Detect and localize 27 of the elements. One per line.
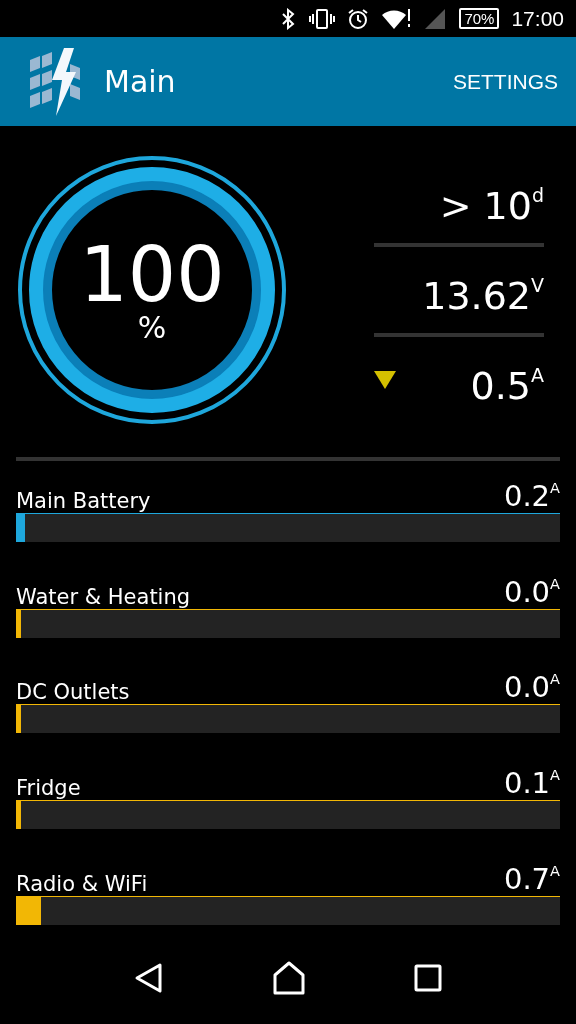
settings-button[interactable]: SETTINGS <box>449 65 562 98</box>
alarm-icon <box>347 7 370 30</box>
reading-value: 0.5$^{A}$ <box>470 363 544 409</box>
circuit-name: Fridge <box>16 775 81 800</box>
vibrate-icon <box>309 7 336 30</box>
circuit-name: DC Outlets <box>16 680 130 705</box>
battery-level: 70% <box>459 8 500 30</box>
charge-unit: % <box>137 312 167 343</box>
recents-icon[interactable] <box>414 963 442 992</box>
wifi-icon <box>381 6 412 31</box>
reading-value: 13.62$^{V}$ <box>422 273 544 319</box>
circuit-current: 0.0$^{A}$ <box>503 670 560 705</box>
circuit-current: 0.2$^{A}$ <box>503 478 560 513</box>
circuit-current: 0.1$^{A}$ <box>503 765 560 800</box>
home-icon[interactable] <box>272 960 306 995</box>
circuit-name: Radio & WiFi <box>16 871 148 896</box>
down-triangle-icon <box>374 370 396 389</box>
clock-time: 17:00 <box>511 6 564 31</box>
signal-icon <box>423 7 448 30</box>
charge-value: 100 <box>79 236 225 313</box>
circuit-name: Water & Heating <box>16 584 191 609</box>
screen-title: Main <box>104 64 177 100</box>
back-icon[interactable] <box>134 961 164 994</box>
reading-value: > 10$^{d}$ <box>439 183 544 229</box>
circuit-name: Main Battery <box>16 488 151 513</box>
circuit-current: 0.7$^{A}$ <box>503 861 560 896</box>
circuit-current: 0.0$^{A}$ <box>503 574 560 609</box>
